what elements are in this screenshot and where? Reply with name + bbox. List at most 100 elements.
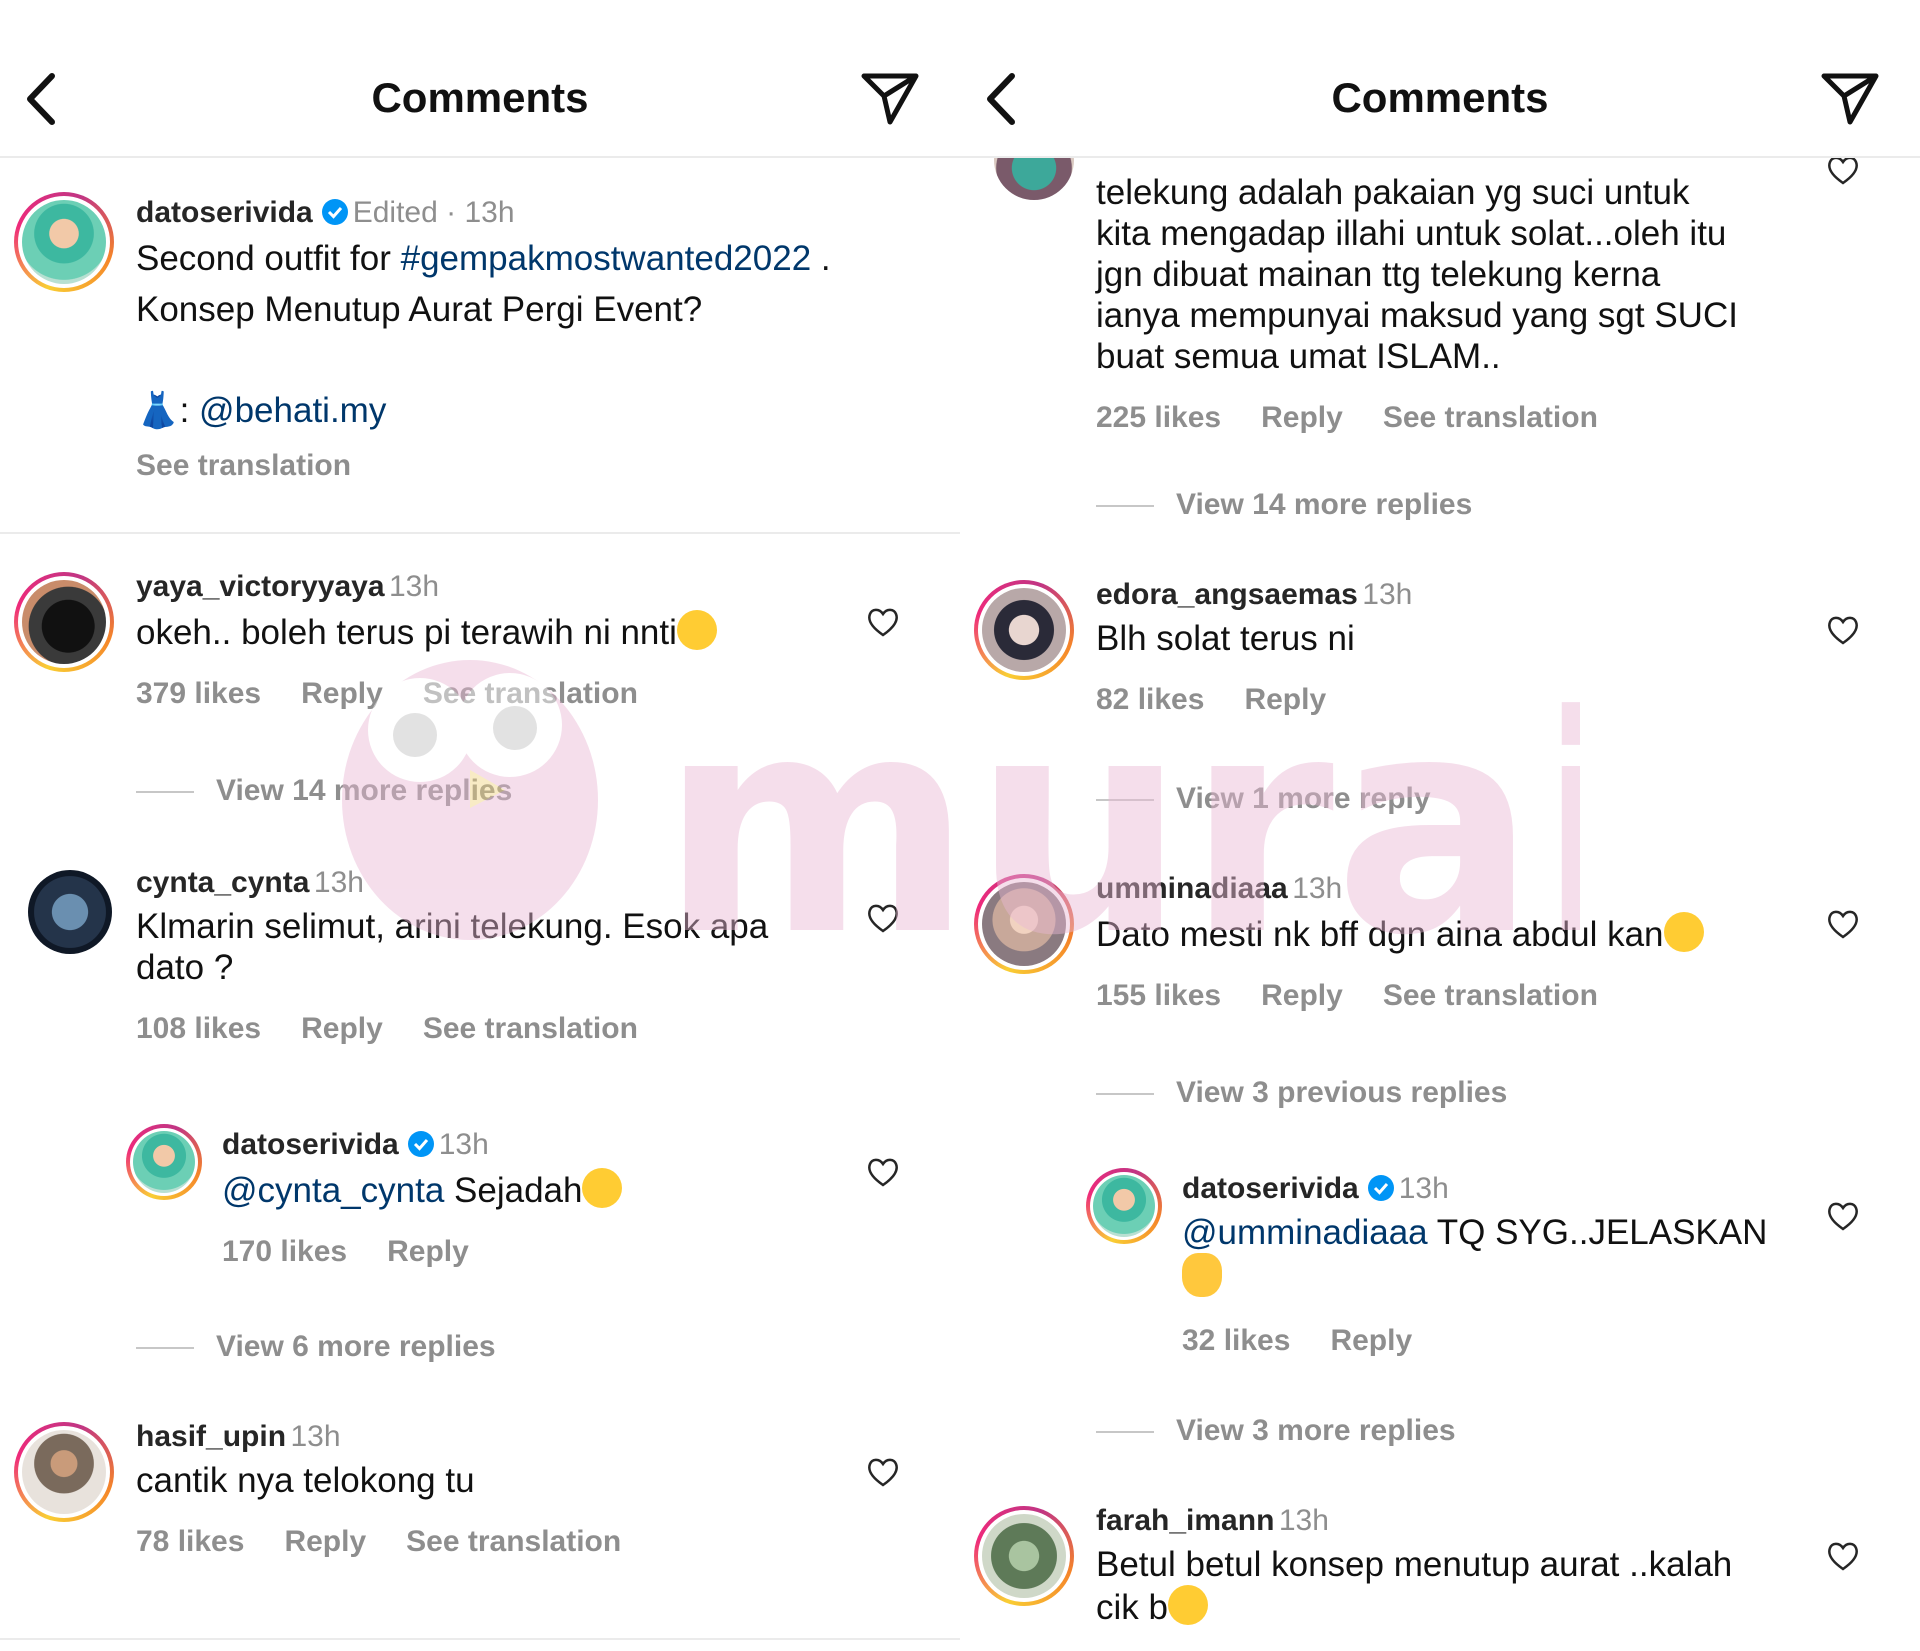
avatar[interactable]	[14, 192, 114, 292]
avatar[interactable]	[14, 572, 114, 672]
timestamp: 13h	[389, 570, 440, 603]
heart-icon[interactable]	[1826, 908, 1860, 940]
comment-text: kita mengadap illahi untuk solat...oleh …	[1096, 214, 1727, 253]
view-replies-button[interactable]: View 14 more replies	[136, 774, 512, 808]
likes-count: 78 likes	[136, 1525, 245, 1558]
likes-count: 225 likes	[1096, 401, 1222, 434]
heart-icon[interactable]	[866, 1456, 900, 1488]
edited-label: Edited	[352, 196, 438, 229]
reply-button[interactable]: Reply	[284, 1525, 366, 1558]
username[interactable]: yaya_victoryyaya	[136, 570, 385, 603]
dress-icon: 👗	[136, 391, 180, 430]
see-translation-button[interactable]: See translation	[423, 1012, 638, 1045]
username[interactable]: edora_angsaemas	[1096, 578, 1358, 611]
mention-link[interactable]: @cynta_cynta	[222, 1171, 444, 1210]
view-replies-label: View 14 more replies	[1176, 488, 1473, 521]
reply-button[interactable]: Reply	[387, 1235, 469, 1268]
comment-text: TQ SYG..JELASKAN	[1427, 1213, 1768, 1252]
avatar[interactable]	[974, 580, 1074, 680]
likes-count: 379 likes	[136, 677, 262, 710]
view-replies-label: View 3 previous replies	[1176, 1076, 1508, 1109]
comment-text: dato ?	[136, 948, 234, 987]
mention-link[interactable]: @umminadiaaa	[1182, 1213, 1428, 1252]
comments-header: Comments	[0, 0, 960, 158]
username[interactable]: datoserivida	[1182, 1172, 1359, 1205]
see-translation-button[interactable]: See translation	[1383, 401, 1598, 434]
heart-icon[interactable]	[866, 902, 900, 934]
see-translation-button[interactable]: See translation	[423, 677, 638, 710]
caption-text: Konsep Menutup Aurat Pergi Event?	[136, 290, 703, 329]
caption-text: Second outfit for	[136, 239, 401, 278]
username[interactable]: datoserivida	[222, 1128, 399, 1161]
timestamp: 13h	[464, 196, 515, 229]
verified-badge-icon	[1367, 1175, 1394, 1201]
paper-plane-icon[interactable]	[860, 68, 920, 128]
clapping-hands-icon	[1182, 1253, 1222, 1297]
avatar[interactable]	[28, 870, 112, 954]
page-title: Comments	[371, 74, 589, 121]
reply-button[interactable]: Reply	[1244, 683, 1326, 716]
reply-button[interactable]: Reply	[301, 677, 383, 710]
heart-icon[interactable]	[1826, 1200, 1860, 1232]
view-replies-button[interactable]: View 1 more reply	[1096, 782, 1431, 816]
avatar[interactable]	[14, 1422, 114, 1522]
view-replies-button[interactable]: View 3 previous replies	[1096, 1076, 1507, 1110]
avatar[interactable]	[1086, 1168, 1162, 1244]
comment-text: okeh.. boleh terus pi terawih ni nnti	[136, 613, 677, 652]
divider	[136, 1347, 194, 1350]
comment-text: Dato mesti nk bff dgn aina abdul kan	[1096, 915, 1664, 954]
username[interactable]: hasif_upin	[136, 1420, 286, 1453]
heart-icon[interactable]	[1826, 154, 1860, 186]
divider	[0, 532, 960, 534]
comment-text: cantik nya telokong tu	[136, 1461, 475, 1500]
verified-badge-icon	[407, 1131, 434, 1157]
paper-plane-icon[interactable]	[1820, 68, 1880, 128]
view-replies-button[interactable]: View 6 more replies	[136, 1330, 496, 1364]
divider	[1096, 799, 1154, 802]
heart-icon[interactable]	[1826, 1540, 1860, 1572]
timestamp: 13h	[438, 1128, 489, 1161]
laughing-emoji-icon	[676, 610, 717, 650]
comment-text: Klmarin selimut, arini telekung. Esok ap…	[136, 907, 769, 946]
avatar[interactable]	[974, 874, 1074, 974]
heart-icon[interactable]	[866, 606, 900, 638]
likes-count: 32 likes	[1182, 1324, 1291, 1357]
timestamp: 13h	[1398, 1172, 1449, 1205]
reply-button[interactable]: Reply	[1330, 1324, 1412, 1357]
reply-button[interactable]: Reply	[1261, 401, 1343, 434]
comment-text: jgn dibuat mainan ttg telekung kerna	[1096, 255, 1661, 294]
post-caption: datoserivida Edited · 13h Second outfit f…	[0, 156, 960, 534]
view-replies-button[interactable]: View 3 more replies	[1096, 1414, 1456, 1448]
heart-icon[interactable]	[1826, 614, 1860, 646]
avatar[interactable]	[974, 1506, 1074, 1606]
comment-text: telekung adalah pakaian yg suci untuk	[1096, 173, 1690, 212]
mention-link[interactable]: @behati.my	[199, 391, 386, 430]
likes-count: 170 likes	[222, 1235, 348, 1268]
hashtag-link[interactable]: #gempakmostwanted2022	[401, 239, 812, 278]
reply-button[interactable]: Reply	[1261, 979, 1343, 1012]
divider	[1096, 1431, 1154, 1434]
username[interactable]: datoserivida	[136, 196, 313, 229]
caption-text: .	[811, 239, 831, 278]
divider	[0, 1638, 960, 1640]
separator: ·	[437, 196, 465, 229]
heart-icon[interactable]	[866, 1156, 900, 1188]
view-replies-label: View 14 more replies	[216, 774, 513, 807]
see-translation-button[interactable]: See translation	[136, 449, 351, 482]
comments-panel-left: Comments datoserivida Edited · 13h Second…	[0, 0, 960, 1651]
caption-text: :	[179, 391, 200, 430]
comment-text: Blh solat terus ni	[1096, 619, 1355, 658]
see-translation-button[interactable]: See translation	[406, 1525, 621, 1558]
username[interactable]: cynta_cynta	[136, 866, 309, 899]
username[interactable]: farah_imann	[1096, 1504, 1274, 1537]
username[interactable]: umminadiaaa	[1096, 872, 1288, 905]
view-replies-label: View 3 more replies	[1176, 1414, 1456, 1447]
see-translation-button[interactable]: See translation	[1383, 979, 1598, 1012]
timestamp: 13h	[290, 1420, 341, 1453]
comment-text: cik b	[1096, 1588, 1168, 1627]
reply-button[interactable]: Reply	[301, 1012, 383, 1045]
laughing-emoji-icon	[582, 1168, 623, 1208]
timestamp: 13h	[1292, 872, 1343, 905]
avatar[interactable]	[126, 1124, 202, 1200]
view-replies-button[interactable]: View 14 more replies	[1096, 488, 1472, 522]
